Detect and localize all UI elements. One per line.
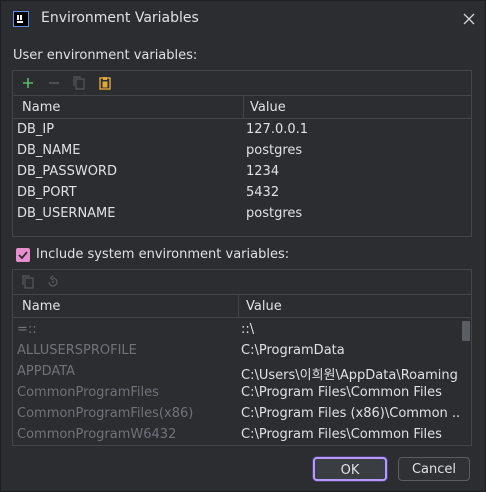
table-row[interactable]: ALLUSERSPROFILE C:\ProgramData (13, 341, 471, 362)
variable-name: DB_NAME (17, 143, 81, 158)
remove-icon[interactable] (46, 75, 62, 91)
variable-name: CommonProgramFiles(x86) (17, 406, 194, 421)
cancel-button[interactable]: Cancel (398, 457, 470, 481)
variable-value: postgres (246, 143, 303, 158)
column-divider[interactable] (243, 96, 244, 118)
scrollbar-thumb[interactable] (462, 321, 470, 341)
table-row[interactable]: DB_USERNAME postgres (13, 204, 471, 225)
table-row[interactable]: APPDATA C:\Users\이희원\AppData\Roaming (13, 362, 471, 383)
intellij-app-icon (13, 11, 29, 27)
user-toolbar (13, 71, 471, 96)
dialog-title: Environment Variables (41, 10, 199, 26)
variable-value: C:\Program Files\Common Files (241, 427, 442, 442)
variable-name: =:: (17, 322, 37, 337)
variable-value: C:\Users\이희원\AppData\Roaming (241, 368, 458, 383)
variable-value: 127.0.0.1 (246, 122, 309, 137)
variable-name: DB_IP (17, 122, 55, 137)
table-row[interactable]: DB_PASSWORD 1234 (13, 162, 471, 183)
close-icon[interactable] (459, 9, 479, 29)
variable-value: C:\Program Files\Common Files (241, 385, 442, 400)
column-name[interactable]: Name (22, 100, 60, 115)
system-variables-panel: Name Value =:: ::\ ALLUSERSPROFILE C:\Pr… (12, 269, 472, 446)
variable-name: CommonProgramFiles (17, 385, 159, 400)
table-row[interactable]: DB_IP 127.0.0.1 (13, 120, 471, 141)
variable-name: APPDATA (17, 364, 76, 379)
title-bar: Environment Variables (1, 1, 485, 37)
user-section-label: User environment variables: (13, 48, 198, 63)
user-table-header: Name Value (13, 96, 471, 119)
table-row[interactable]: DB_NAME postgres (13, 141, 471, 162)
variable-name: DB_USERNAME (17, 206, 116, 221)
table-row[interactable]: =:: ::\ (13, 320, 471, 341)
copy-icon[interactable] (71, 75, 87, 91)
copy-icon[interactable] (20, 274, 36, 290)
system-table-header: Name Value (13, 295, 471, 318)
variable-value: 5432 (246, 185, 280, 200)
include-system-label[interactable]: Include system environment variables: (36, 247, 289, 262)
variable-name: CommonProgramW6432 (17, 427, 177, 442)
table-row[interactable]: CommonProgramW6432 C:\Program Files\Comm… (13, 425, 471, 446)
user-variables-panel: Name Value DB_IP 127.0.0.1 DB_NAME postg… (12, 70, 472, 237)
environment-variables-dialog: Environment Variables User environment v… (0, 0, 486, 492)
column-divider[interactable] (238, 295, 239, 317)
variable-value: 1234 (246, 164, 280, 179)
include-system-checkbox[interactable] (16, 248, 30, 262)
variable-value: ::\ (241, 322, 255, 337)
variable-value: postgres (246, 206, 303, 221)
variable-name: DB_PORT (17, 185, 77, 200)
table-row[interactable]: DB_PORT 5432 (13, 183, 471, 204)
system-toolbar (13, 270, 471, 295)
variable-value: C:\ProgramData (241, 343, 345, 358)
column-value[interactable]: Value (246, 299, 282, 314)
table-row[interactable]: CommonProgramFiles C:\Program Files\Comm… (13, 383, 471, 404)
variable-value: C:\Program Files (x86)\Common ... (241, 406, 461, 421)
revert-icon[interactable] (45, 274, 61, 290)
variable-name: DB_PASSWORD (17, 164, 117, 179)
ok-button[interactable]: OK (313, 457, 387, 481)
variable-name: ALLUSERSPROFILE (17, 343, 137, 358)
column-value[interactable]: Value (250, 100, 286, 115)
add-icon[interactable] (20, 75, 36, 91)
paste-icon[interactable] (97, 75, 113, 91)
table-row[interactable]: CommonProgramFiles(x86) C:\Program Files… (13, 404, 471, 425)
column-name[interactable]: Name (22, 299, 60, 314)
